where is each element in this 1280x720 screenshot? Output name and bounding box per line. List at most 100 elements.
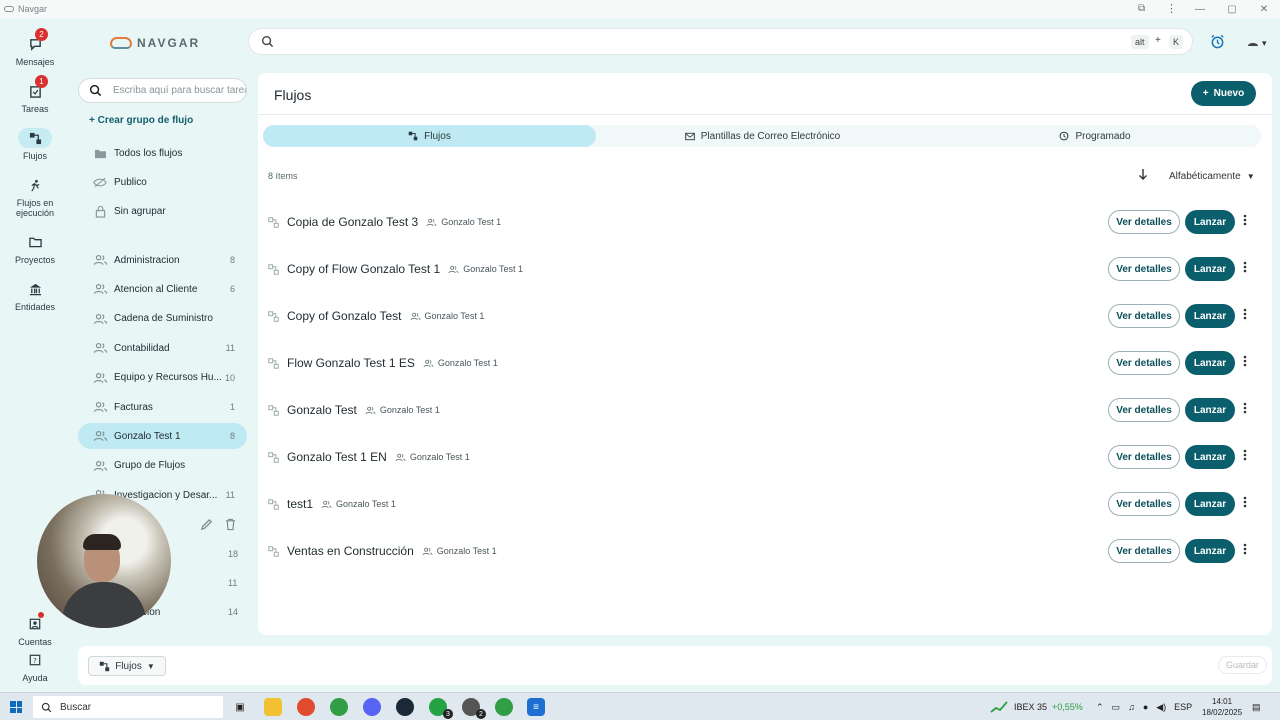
flow-row[interactable]: Copy of Gonzalo Test Gonzalo Test 1 Ver de…: [268, 296, 1263, 336]
edit-icon[interactable]: [200, 518, 213, 534]
rail-item-cuentas[interactable]: Cuentas: [0, 612, 70, 647]
view-details-button[interactable]: Ver detalles: [1108, 210, 1180, 234]
sidebar-group-item[interactable]: Gonzalo Test 1 8: [78, 423, 247, 450]
save-button[interactable]: Guardar: [1218, 656, 1268, 674]
network-icon[interactable]: ▭: [1112, 702, 1121, 713]
sidebar-item-publico[interactable]: Publico: [78, 169, 247, 195]
more-options-icon[interactable]: [1243, 496, 1247, 511]
notifications-icon[interactable]: ▤: [1252, 693, 1261, 720]
rail-item-mensajes[interactable]: 2 Mensajes: [0, 28, 70, 67]
flow-name[interactable]: Gonzalo Test: [287, 403, 357, 417]
view-details-button[interactable]: Ver detalles: [1108, 351, 1180, 375]
flow-name[interactable]: Ventas en Construcción: [287, 544, 414, 558]
navgar-taskbar-icon[interactable]: ≡: [527, 698, 545, 716]
windows-start-icon[interactable]: [10, 701, 22, 713]
view-details-button[interactable]: Ver detalles: [1108, 304, 1180, 328]
window-menu-icon[interactable]: ⋮: [1166, 2, 1177, 15]
flow-row[interactable]: Copy of Flow Gonzalo Test 1 Gonzalo Test …: [268, 249, 1263, 289]
sidebar-group-item[interactable]: Grupo de Flujos: [78, 453, 247, 479]
minimize-button[interactable]: —: [1184, 0, 1216, 18]
mic-icon[interactable]: ●: [1143, 702, 1148, 712]
close-window-button[interactable]: ✕: [1248, 0, 1280, 18]
launch-button[interactable]: Lanzar: [1185, 492, 1235, 516]
rail-item-entidades[interactable]: Entidades: [0, 279, 70, 312]
sidebar-group-item[interactable]: Administracion 8: [78, 247, 247, 273]
launch-button[interactable]: Lanzar: [1185, 398, 1235, 422]
rail-item-tareas[interactable]: 1 Tareas: [0, 75, 70, 114]
more-options-icon[interactable]: [1243, 543, 1247, 558]
flow-row[interactable]: Copia de Gonzalo Test 3 Gonzalo Test 1 Ver…: [268, 202, 1263, 242]
launch-button[interactable]: Lanzar: [1185, 351, 1235, 375]
task-view-icon[interactable]: ▣: [231, 698, 249, 716]
chevron-up-icon[interactable]: ⌃: [1096, 702, 1104, 713]
launch-button[interactable]: Lanzar: [1185, 210, 1235, 234]
more-options-icon[interactable]: [1243, 214, 1247, 229]
sidebar-group-item[interactable]: Cadena de Suministro: [78, 306, 247, 332]
view-details-button[interactable]: Ver detalles: [1108, 492, 1180, 516]
alarm-clock-icon[interactable]: [1210, 34, 1225, 52]
flow-row[interactable]: Gonzalo Test 1 EN Gonzalo Test 1 Ver detal…: [268, 437, 1263, 477]
rail-item-proyectos[interactable]: Proyectos: [0, 232, 70, 265]
flow-row[interactable]: Flow Gonzalo Test 1 ES Gonzalo Test 1 Ver …: [268, 343, 1263, 383]
rail-item-flujos-en-ejecucion[interactable]: Flujos en ejecución: [0, 175, 70, 218]
flow-name[interactable]: Flow Gonzalo Test 1 ES: [287, 356, 415, 370]
view-details-button[interactable]: Ver detalles: [1108, 539, 1180, 563]
tab-plantillas[interactable]: Plantillas de Correo Electrónico: [596, 125, 929, 147]
sidebar-group-item[interactable]: Facturas 1: [78, 394, 247, 420]
language-label[interactable]: ESP: [1174, 702, 1192, 712]
whatsapp-icon[interactable]: 3: [429, 698, 453, 719]
clock[interactable]: 14:01 18/02/2025: [1202, 693, 1242, 720]
flow-row[interactable]: Ventas en Construcción Gonzalo Test 1 Ver …: [268, 531, 1263, 571]
sidebar-group-item[interactable]: Contabilidad 11: [78, 335, 247, 361]
more-options-icon[interactable]: [1243, 308, 1247, 323]
launch-button[interactable]: Lanzar: [1185, 257, 1235, 281]
flow-name[interactable]: Copy of Gonzalo Test: [287, 309, 402, 323]
global-search-input[interactable]: alt + K: [248, 28, 1193, 55]
file-explorer-icon[interactable]: [264, 698, 282, 716]
sort-select[interactable]: Alfabéticamente ▼: [1169, 171, 1255, 182]
profile-menu[interactable]: ▾: [1247, 38, 1267, 49]
brand-logo[interactable]: NAVGAR: [110, 36, 200, 50]
discord-icon[interactable]: [363, 698, 381, 716]
stock-ticker[interactable]: IBEX 35 +0,55%: [990, 693, 1083, 720]
new-flow-button[interactable]: + Nuevo: [1191, 81, 1256, 106]
flow-type-select[interactable]: Flujos ▼: [88, 656, 166, 676]
chrome-profile-icon[interactable]: [330, 698, 348, 716]
view-details-button[interactable]: Ver detalles: [1108, 445, 1180, 469]
volume-icon[interactable]: ◀): [1156, 702, 1166, 713]
sidebar-group-item[interactable]: Atencion al Cliente 6: [78, 276, 247, 302]
launch-button[interactable]: Lanzar: [1185, 445, 1235, 469]
taskbar-search[interactable]: Buscar: [33, 696, 223, 718]
steam-icon[interactable]: [396, 698, 414, 716]
more-options-icon[interactable]: [1243, 355, 1247, 370]
more-options-icon[interactable]: [1243, 261, 1247, 276]
flow-row[interactable]: test1 Gonzalo Test 1 Ver detalles Lanzar: [268, 484, 1263, 524]
rail-item-ayuda[interactable]: ? Ayuda: [0, 650, 70, 683]
tab-flujos[interactable]: Flujos: [263, 125, 596, 147]
tab-programado[interactable]: Programado: [929, 125, 1261, 147]
chrome-profile-2-icon[interactable]: [495, 698, 513, 716]
view-details-button[interactable]: Ver detalles: [1108, 257, 1180, 281]
sidebar-item-todos[interactable]: Todos los flujos: [78, 140, 247, 166]
view-details-button[interactable]: Ver detalles: [1108, 398, 1180, 422]
more-options-icon[interactable]: [1243, 402, 1247, 417]
headset-icon[interactable]: ♫: [1128, 702, 1135, 712]
rail-item-flujos[interactable]: Flujos: [0, 128, 70, 161]
sidebar-item-sin-agrupar[interactable]: Sin agrupar: [78, 198, 247, 224]
create-flow-group-link[interactable]: + Crear grupo de flujo: [89, 115, 193, 126]
sidebar-group-item[interactable]: Equipo y Recursos Hu... 10: [78, 365, 247, 391]
maximize-button[interactable]: ▢: [1216, 0, 1248, 18]
extensions-icon[interactable]: ⧉: [1138, 3, 1145, 14]
more-options-icon[interactable]: [1243, 449, 1247, 464]
flow-name[interactable]: test1: [287, 497, 313, 511]
sort-direction-icon[interactable]: [1138, 168, 1148, 183]
launch-button[interactable]: Lanzar: [1185, 304, 1235, 328]
trash-icon[interactable]: [225, 518, 236, 534]
flow-name[interactable]: Copy of Flow Gonzalo Test 1: [287, 262, 440, 276]
chrome-icon[interactable]: [297, 698, 315, 716]
sidebar-search-input[interactable]: Escriba aquí para buscar tareas: [78, 78, 247, 103]
flow-name[interactable]: Gonzalo Test 1 EN: [287, 450, 387, 464]
launch-button[interactable]: Lanzar: [1185, 539, 1235, 563]
flow-name[interactable]: Copia de Gonzalo Test 3: [287, 215, 418, 229]
flow-row[interactable]: Gonzalo Test Gonzalo Test 1 Ver detalles La…: [268, 390, 1263, 430]
